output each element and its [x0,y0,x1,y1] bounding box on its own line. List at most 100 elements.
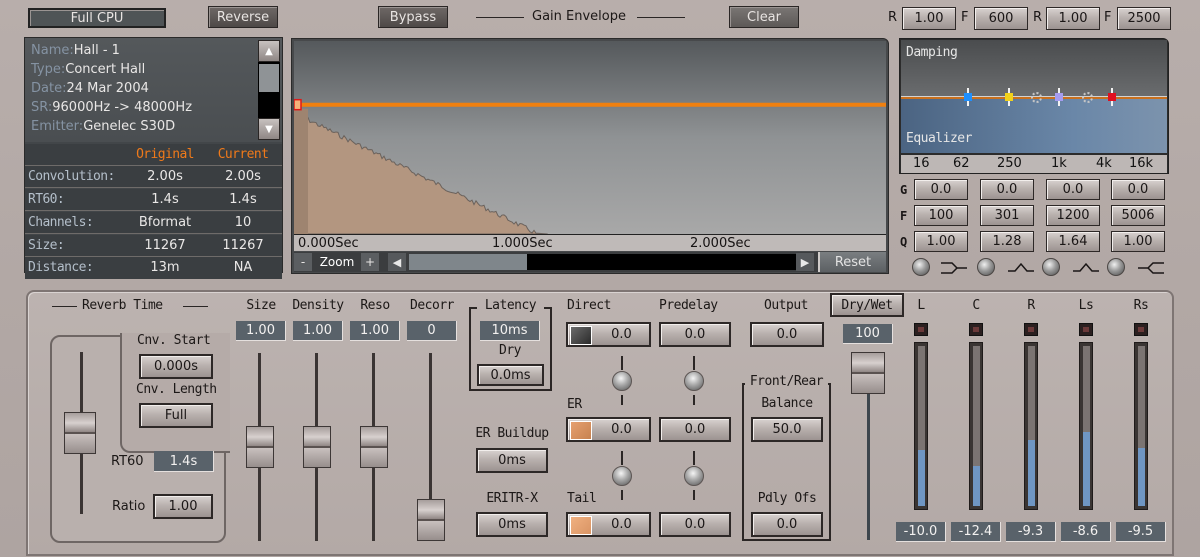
dry-wet-button[interactable]: Dry/Wet [830,293,904,317]
zoom-out-button[interactable]: - [294,253,312,271]
f1-field[interactable]: 600 [974,7,1028,30]
er-tail-link-toggle[interactable] [612,466,632,486]
info-row-emitter: Emitter:Genelec S30D [31,119,175,134]
eq-band-1-handle[interactable] [964,88,972,106]
r2-value: 1.00 [1058,11,1088,26]
gain-envelope-handle[interactable] [294,98,302,111]
band4-freq[interactable]: 5006 [1111,205,1165,226]
clip-indicator[interactable] [1134,323,1148,336]
direct-predelay-field[interactable]: 0.0 [659,322,731,347]
envelope-scroll-thumb[interactable] [409,254,527,270]
ratio-field[interactable]: 1.00 [153,494,213,519]
clip-indicator[interactable] [1024,323,1038,336]
density-display: 1.00 [293,321,343,341]
band1-gain[interactable]: 0.0 [914,179,968,200]
eq-band-4-handle[interactable] [1108,88,1116,106]
band1-q[interactable]: 1.00 [914,231,968,252]
cpu-mode-button[interactable]: Full CPU [28,8,166,28]
band4-q[interactable]: 1.00 [1111,231,1165,252]
info-scrollbar[interactable]: ▲ ▼ [258,40,280,140]
value: 0.0 [684,327,706,342]
output-field[interactable]: 0.0 [750,322,824,347]
band-color-swatch [1108,93,1116,101]
cnv-start-label: Cnv. Start [137,333,211,348]
bypass-button[interactable]: Bypass [378,6,448,28]
band4-enable-toggle[interactable] [1107,258,1125,276]
time-tick: 2.000Sec [690,236,751,251]
band4-gain[interactable]: 0.0 [1111,179,1165,200]
zoom-in-button[interactable]: + [361,253,379,271]
band3-gain[interactable]: 0.0 [1046,179,1100,200]
density-slider-handle[interactable] [303,426,331,468]
value: 0 [427,323,436,338]
scroll-down-icon[interactable]: ▼ [258,118,280,140]
decorr-slider-handle[interactable] [417,499,445,541]
direct-mute-toggle[interactable] [570,326,592,345]
f2-field[interactable]: 2500 [1117,7,1171,30]
frequency-axis: 16 62 250 1k 4k 16k [901,155,1167,173]
size-slider-handle[interactable] [246,426,274,468]
eritr-field[interactable]: 0ms [476,512,548,537]
eq-band-3-handle[interactable] [1055,88,1063,106]
pdly-ofs-label: Pdly Ofs [757,491,817,506]
dry-wet-slider-handle[interactable] [851,352,885,394]
band2-freq[interactable]: 301 [980,205,1034,226]
predelay-label: Predelay [659,298,718,313]
er-mute-toggle[interactable] [570,421,592,440]
tail-level-field[interactable]: 0.0 [566,512,651,537]
direct-level-field[interactable]: 0.0 [566,322,651,347]
balance-field[interactable]: 50.0 [751,417,823,442]
pdly-ofs-field[interactable]: 0.0 [751,512,823,537]
direct-er-link-toggle[interactable] [612,371,632,391]
meter-fill [1138,448,1145,506]
meter-value-display: -9.5 [1116,522,1166,542]
clear-button[interactable]: Clear [729,6,799,28]
tail-mute-toggle[interactable] [570,516,592,535]
cnv-start-field[interactable]: 0.000s [139,354,213,379]
cnv-length-field[interactable]: Full [139,403,213,428]
density-label: Density [292,298,344,313]
tail-predelay-field[interactable]: 0.0 [659,512,731,537]
er-level-field[interactable]: 0.0 [566,417,651,442]
clip-indicator[interactable] [1079,323,1093,336]
band1-freq[interactable]: 100 [914,205,968,226]
scroll-left-icon[interactable]: ◀ [388,253,406,271]
latency-title: Latency [484,298,537,313]
damping-handle-icon[interactable] [1031,92,1042,103]
scroll-up-icon[interactable]: ▲ [258,40,280,62]
dry-latency-field[interactable]: 0.0ms [477,364,544,386]
reso-slider-handle[interactable] [360,426,388,468]
value: 50.0 [772,422,802,437]
scroll-right-icon[interactable]: ▶ [796,253,814,271]
reset-button[interactable]: Reset [818,252,886,272]
freq-tick: 16k [1129,156,1154,171]
clip-indicator[interactable] [969,323,983,336]
reverse-button[interactable]: Reverse [208,6,278,28]
info-value: Hall - 1 [73,43,120,58]
eq-band-2-handle[interactable] [1005,88,1013,106]
clip-indicator[interactable] [914,323,928,336]
group-border [544,307,552,309]
r2-field[interactable]: 1.00 [1046,7,1100,30]
band3-enable-toggle[interactable] [1042,258,1060,276]
predelay-link-toggle[interactable] [684,371,704,391]
info-key: Date: [31,81,67,96]
reverb-time-slider-handle[interactable] [64,412,96,454]
divider-line [476,17,524,18]
value: 0.0 [776,517,798,532]
row-current: 2.00s [225,169,261,184]
er-predelay-field[interactable]: 0.0 [659,417,731,442]
envelope-plot[interactable] [294,41,886,234]
band3-freq[interactable]: 1200 [1046,205,1100,226]
r1-field[interactable]: 1.00 [902,7,956,30]
damping-handle-icon[interactable] [1082,92,1093,103]
band3-q[interactable]: 1.64 [1046,231,1100,252]
scroll-thumb[interactable] [259,64,279,92]
band2-q[interactable]: 1.28 [980,231,1034,252]
er-buildup-field[interactable]: 0ms [476,448,548,473]
predelay-tail-link-toggle[interactable] [684,466,704,486]
impulse-onset [294,108,308,234]
band2-gain[interactable]: 0.0 [980,179,1034,200]
band2-enable-toggle[interactable] [977,258,995,276]
band1-enable-toggle[interactable] [912,258,930,276]
